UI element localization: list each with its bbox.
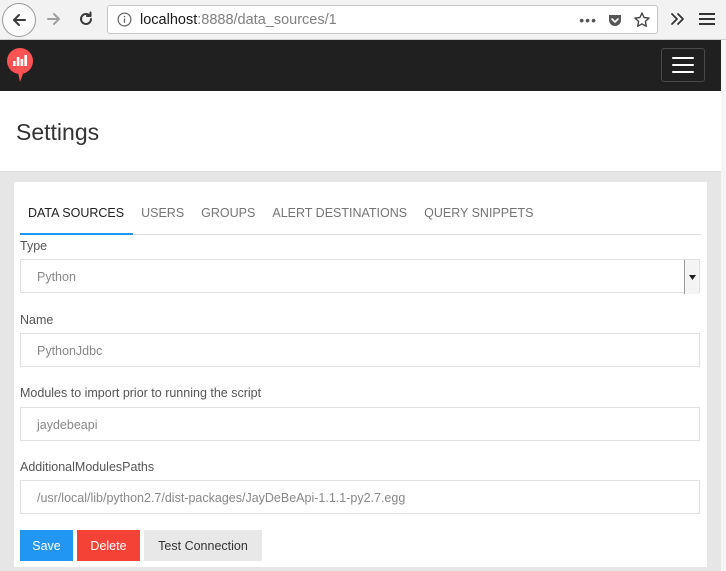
tab-query-snippets[interactable]: QUERY SNIPPETS (416, 196, 542, 235)
hamburger-bar (672, 64, 694, 66)
type-label: Type (20, 239, 48, 253)
info-icon[interactable] (117, 12, 132, 27)
form-actions: Save Delete Test Connection (20, 530, 262, 561)
url-host: localhost (140, 12, 198, 28)
modules-input-value: jaydebeapi (37, 418, 98, 432)
type-select-arrow[interactable] (684, 260, 699, 294)
type-select-value: Python (37, 270, 76, 284)
settings-tabs: DATA SOURCES USERS GROUPS ALERT DESTINAT… (20, 196, 701, 235)
settings-card: DATA SOURCES USERS GROUPS ALERT DESTINAT… (14, 182, 707, 567)
forward-button[interactable] (38, 4, 70, 34)
tab-data-sources[interactable]: DATA SOURCES (20, 196, 134, 235)
paths-label: AdditionalModulesPaths (20, 460, 155, 474)
app-header (0, 40, 721, 91)
name-label: Name (20, 313, 54, 327)
name-input[interactable]: PythonJdbc (20, 333, 700, 367)
modules-label: Modules to import prior to running the s… (20, 386, 262, 400)
tab-alert-destinations[interactable]: ALERT DESTINATIONS (264, 196, 416, 235)
paths-input-value: /usr/local/lib/python2.7/dist-packages/J… (37, 491, 406, 505)
page-title: Settings (16, 119, 100, 145)
paths-input[interactable]: /usr/local/lib/python2.7/dist-packages/J… (20, 480, 700, 514)
redash-logo-icon[interactable] (5, 47, 35, 83)
hamburger-bar (672, 71, 694, 73)
tab-groups[interactable]: GROUPS (193, 196, 264, 235)
modules-input[interactable]: jaydebeapi (20, 407, 700, 441)
arrow-right-icon (47, 13, 60, 25)
arrow-left-icon (13, 14, 26, 26)
overflow-button[interactable] (666, 7, 690, 31)
back-button[interactable] (2, 3, 36, 37)
reload-button[interactable] (70, 4, 102, 34)
page-actions-icon[interactable]: ••• (579, 13, 597, 27)
hamburger-bar (672, 57, 694, 59)
url-path: :8888/data_sources/1 (197, 12, 337, 28)
nav-toggle-button[interactable] (661, 48, 705, 82)
page-header: Settings (0, 91, 721, 172)
delete-button[interactable]: Delete (77, 530, 140, 561)
name-input-value: PythonJdbc (37, 344, 103, 358)
type-select[interactable]: Python (20, 259, 700, 294)
caret-down-icon (688, 274, 696, 280)
double-chevron-right-icon (671, 13, 684, 25)
pocket-icon[interactable] (607, 12, 623, 28)
url-bar[interactable]: localhost:8888/data_sources/1 ••• (107, 5, 658, 34)
menu-icon (699, 13, 715, 25)
bookmark-star-icon[interactable] (633, 11, 651, 29)
save-button[interactable]: Save (20, 530, 73, 561)
page-scrollbar[interactable] (721, 40, 726, 571)
url-text: localhost:8888/data_sources/1 (140, 12, 337, 28)
browser-menu-button[interactable] (694, 7, 720, 31)
tab-users[interactable]: USERS (133, 196, 193, 235)
reload-icon (80, 11, 92, 25)
test-connection-button[interactable]: Test Connection (144, 530, 262, 561)
browser-toolbar: localhost:8888/data_sources/1 ••• (0, 0, 726, 40)
